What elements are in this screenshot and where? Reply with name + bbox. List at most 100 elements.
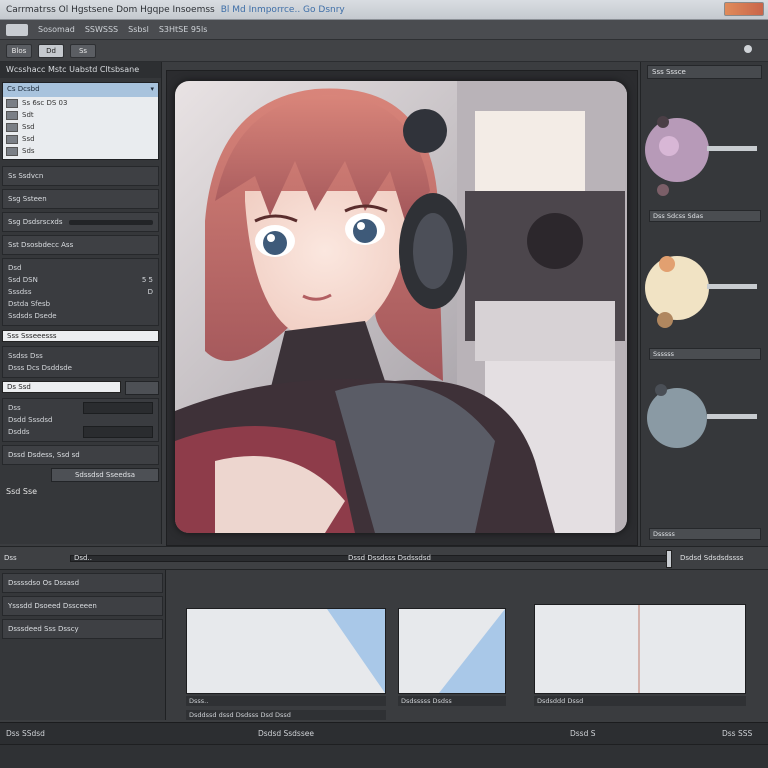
bottom-row-2-wrap: Sdssdsd Sseedsa	[2, 468, 159, 482]
status-left: Dss SSdsd	[6, 729, 45, 738]
menu-item-4[interactable]: S3HtSE 95ls	[159, 25, 208, 34]
field-row-inline: Ds Ssd	[2, 381, 159, 395]
prop-line: Ssd DSN 5 5	[8, 274, 153, 286]
layer-row[interactable]: Sdt	[3, 109, 158, 121]
preview-caption: Dsss..	[186, 696, 386, 706]
layer-label: Ss 6sc DS 03	[22, 99, 68, 107]
bottom-row-1[interactable]: Dssd Dsdess, Ssd sd	[2, 445, 159, 465]
properties-block: Dsd Ssd DSN 5 5 Sssdss D Dstda Sfesb Ssd…	[2, 258, 159, 326]
color-sphere-icon[interactable]	[641, 366, 768, 508]
text-field[interactable]: Sss Ssseeesss	[2, 330, 159, 342]
scrubber-handle[interactable]	[666, 550, 672, 568]
preview-area: Dsss.. Dsddssd dssd Dsdsss Dsd Dssd Dsds…	[166, 570, 768, 720]
prop-label: Ssdsds Dsede	[8, 312, 57, 320]
preview-caption: Dsddssd dssd Dsdsss Dsd Dssd	[186, 710, 386, 720]
window-thumbnail-icon[interactable]	[724, 2, 764, 16]
section-slider[interactable]	[68, 219, 153, 225]
bottom-row-label: Ssd Sse	[6, 486, 38, 496]
prop-title: Dsd	[8, 264, 22, 272]
layer-thumbnail	[6, 122, 18, 132]
section-label: Sst Dsosbdecc Ass	[8, 241, 74, 249]
extra-input[interactable]	[83, 402, 153, 414]
layer-row[interactable]: Ssd	[3, 121, 158, 133]
scrubber-mid-label: Dssd Dssdsss Dsdssdsd	[348, 554, 431, 562]
menu-item-3[interactable]: Ssbsl	[128, 25, 149, 34]
bottom-left-row[interactable]: Ysssdd Dsoeed Dssceeen	[2, 596, 163, 616]
preview-panel-1[interactable]	[186, 608, 386, 694]
color-sphere-icon[interactable]	[641, 82, 768, 224]
status-far-right: Dss SSS	[722, 729, 753, 738]
scrubber-right-label: Dsdsd Sdsdsdssss	[680, 554, 744, 562]
section-row-4[interactable]: Sst Dsosbdecc Ass	[2, 235, 159, 255]
layer-row[interactable]: Ss 6sc DS 03	[3, 97, 158, 109]
preview-graphic	[638, 605, 640, 693]
toolbar-button-1[interactable]: Blos	[6, 43, 32, 58]
prop-line: Ssdsds Dsede	[8, 310, 153, 322]
layer-list[interactable]: Cs Dcsbd ▾ Ss 6sc DS 03 Sdt Ssd Ssd Sds	[2, 82, 159, 160]
extra-row: Dsdd Sssdsd	[8, 414, 153, 426]
extra-input[interactable]	[83, 426, 153, 438]
prop-value[interactable]: 5 5	[142, 276, 153, 284]
left-panel-header: Wcsshacc Mstc Uabstd Cltsbsane	[0, 62, 161, 78]
artwork-image	[175, 81, 627, 533]
swatch-group-1: Dss Sdcss Sdas	[641, 82, 768, 224]
bottom-left-row[interactable]: Dsssdeed Sss Dsscy	[2, 619, 163, 639]
prop-label: Sssdss	[8, 288, 32, 296]
status-bar: Dss SSdsd Dsdsd Ssdssee Dssd S Dss SSS	[0, 722, 768, 744]
right-panel: Sss Sssce Dss Sdcss Sdas Ssssss Dsssss	[640, 62, 768, 546]
bottom-row-3: Ssd Sse	[6, 485, 155, 497]
layer-label: Sds	[22, 147, 35, 155]
chevron-down-icon[interactable]: ▾	[150, 85, 154, 95]
preview-graphic	[439, 609, 505, 693]
field-rows: Ssdss Dss Dsss Dcs Dsddsde	[2, 346, 159, 378]
section-row-1[interactable]: Ss Ssdvcn	[2, 166, 159, 186]
canvas-area	[166, 70, 638, 546]
layer-thumbnail	[6, 134, 18, 144]
section-label: Ssg Ssteen	[8, 195, 47, 203]
section-label: Ss Ssdvcn	[8, 172, 44, 180]
layer-label: Ssd	[22, 135, 35, 143]
toolbar-button-3[interactable]: Ss	[70, 43, 96, 58]
window-subtitle: Bl Md Inmporrce.. Go Dsnry	[220, 4, 345, 15]
layer-list-title: Cs Dcsbd	[7, 85, 40, 93]
section-label: Ssg Dsdsrscxds	[8, 218, 63, 226]
prop-value[interactable]: D	[148, 288, 153, 296]
color-sphere-icon[interactable]	[641, 224, 768, 366]
apply-button[interactable]	[125, 381, 159, 395]
left-panel: Wcsshacc Mstc Uabstd Cltsbsane Cs Dcsbd …	[0, 62, 162, 544]
record-icon[interactable]	[744, 45, 752, 53]
scrubber-sub-label: Dsd..	[74, 554, 92, 562]
prop-label: Dstda Sfesb	[8, 300, 51, 308]
layer-row[interactable]: Ssd	[3, 133, 158, 145]
timeline-scrubber: Dss Dsd.. Dssd Dssdsss Dsdssdsd Dsdsd Sd…	[0, 546, 768, 570]
menu-item-2[interactable]: SSWSSS	[85, 25, 118, 34]
bottom-row-button[interactable]: Sdssdsd Sseedsa	[51, 468, 159, 482]
canvas-image[interactable]	[175, 81, 627, 533]
prop-line: Dsd	[8, 262, 153, 274]
extra-rows: Dss Dsdd Sssdsd Dsdds	[2, 398, 159, 442]
swatch-label[interactable]: Ssssss	[649, 348, 761, 360]
layer-thumbnail	[6, 98, 18, 108]
swatch-label[interactable]: Dsssss	[649, 528, 761, 540]
preview-panel-2[interactable]	[398, 608, 506, 694]
swatch-group-2: Ssssss	[641, 224, 768, 366]
window-title: Carrmatrss Ol Hgstsene Dom Hgqpe Insoems…	[6, 4, 215, 15]
swatch-label[interactable]: Dss Sdcss Sdas	[649, 210, 761, 222]
bottom-left-row[interactable]: Dssssdso Os Dssasd	[2, 573, 163, 593]
bottom-row-label: Dssd Dsdess, Ssd sd	[8, 451, 80, 459]
preview-panel-3[interactable]	[534, 604, 746, 694]
toolbar-button-2[interactable]: Dd	[38, 43, 64, 58]
swatch-group-3	[641, 366, 768, 508]
layer-label: Sdt	[22, 111, 34, 119]
app-icon[interactable]	[6, 23, 28, 36]
section-row-3[interactable]: Ssg Dsdsrscxds	[2, 212, 159, 232]
value-field[interactable]: Ds Ssd	[2, 381, 121, 393]
field-row: Dsss Dcs Dsddsde	[8, 364, 72, 372]
layer-row[interactable]: Sds	[3, 145, 158, 157]
title-bar: Carrmatrss Ol Hgstsene Dom Hgqpe Insoems…	[0, 0, 768, 20]
menu-item-1[interactable]: Sosomad	[38, 25, 75, 34]
section-row-2[interactable]: Ssg Ssteen	[2, 189, 159, 209]
field-row: Ssdss Dss	[8, 352, 43, 360]
layer-label: Ssd	[22, 123, 35, 131]
layer-thumbnail	[6, 146, 18, 156]
